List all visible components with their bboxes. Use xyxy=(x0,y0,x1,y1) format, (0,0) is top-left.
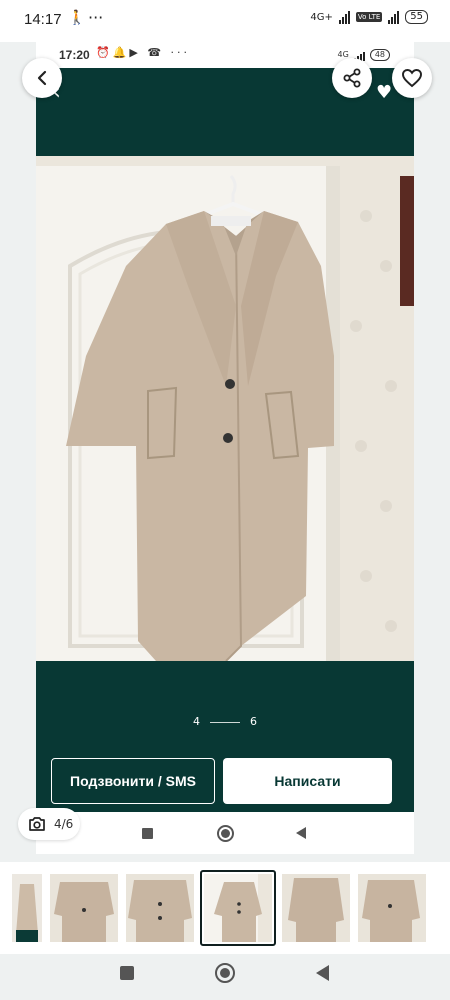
network-type: 4G+ xyxy=(310,11,333,23)
navigation-bar xyxy=(0,954,450,1000)
camera-icon xyxy=(29,817,45,831)
back-nav-button[interactable] xyxy=(316,965,329,981)
thumbnail-5[interactable] xyxy=(282,874,350,942)
share-icon xyxy=(343,68,361,88)
thumbnail-6[interactable] xyxy=(358,874,426,942)
inner-recents-icon xyxy=(142,828,153,839)
thumbnail-1[interactable] xyxy=(12,874,42,942)
image-viewer: 17:20 ⏰🔔▶ ☎ ··· 4G 48 ‹ 4 6 Подзвонити /… xyxy=(36,42,414,854)
thumbnail-image xyxy=(358,874,426,942)
thumbnail-image xyxy=(126,874,194,942)
pager-next: 6 xyxy=(250,715,257,728)
volte-badge: Vo LTE xyxy=(355,12,383,22)
status-time: 14:17 xyxy=(24,11,62,28)
thumbnail-3[interactable] xyxy=(126,874,194,942)
inner-heart-icon: ♥ xyxy=(376,82,393,103)
back-button[interactable] xyxy=(22,58,62,98)
inner-navigation-bar xyxy=(36,812,414,854)
thumbnail-image xyxy=(204,874,272,942)
thumbnail-image xyxy=(12,874,42,942)
thumbnail-4-selected[interactable] xyxy=(200,870,276,946)
pager-line xyxy=(210,721,240,723)
status-bar: 14:17 🚶 ··· 4G+ Vo LTE 55 xyxy=(0,0,450,42)
write-message-button[interactable]: Написати xyxy=(223,758,392,804)
share-button[interactable] xyxy=(332,58,372,98)
coat-illustration xyxy=(36,156,414,661)
more-notifications-icon: ··· xyxy=(88,8,104,27)
thumbnail-strip xyxy=(0,862,450,954)
app-screen: 14:17 🚶 ··· 4G+ Vo LTE 55 17:20 ⏰🔔▶ ☎ ··… xyxy=(0,0,450,1000)
recents-button[interactable] xyxy=(120,966,134,980)
inner-battery-indicator: 48 xyxy=(369,48,390,61)
activity-icon: 🚶 xyxy=(68,10,86,26)
inner-back-nav-icon xyxy=(296,827,306,839)
image-counter-chip: 4/6 xyxy=(18,808,80,840)
inner-home-icon xyxy=(217,825,234,842)
chevron-left-icon xyxy=(37,70,47,86)
battery-indicator: 55 xyxy=(405,10,428,24)
home-button[interactable] xyxy=(215,963,235,983)
call-sms-button[interactable]: Подзвонити / SMS xyxy=(51,758,215,804)
thumbnail-2[interactable] xyxy=(50,874,118,942)
pager-previous: 4 xyxy=(193,715,200,728)
inner-status-time: 17:20 xyxy=(59,48,90,62)
image-counter: 4/6 xyxy=(54,817,74,831)
thumbnail-image xyxy=(50,874,118,942)
signal-icon-2 xyxy=(388,10,400,24)
signal-icon xyxy=(338,10,350,24)
inner-notification-icons: ⏰🔔▶ ☎ ··· xyxy=(96,46,191,59)
favorite-button[interactable] xyxy=(392,58,432,98)
image-pager: 46 xyxy=(36,715,414,728)
thumbnail-image xyxy=(282,874,350,942)
coat-photo[interactable] xyxy=(36,156,414,661)
heart-icon xyxy=(402,69,422,88)
